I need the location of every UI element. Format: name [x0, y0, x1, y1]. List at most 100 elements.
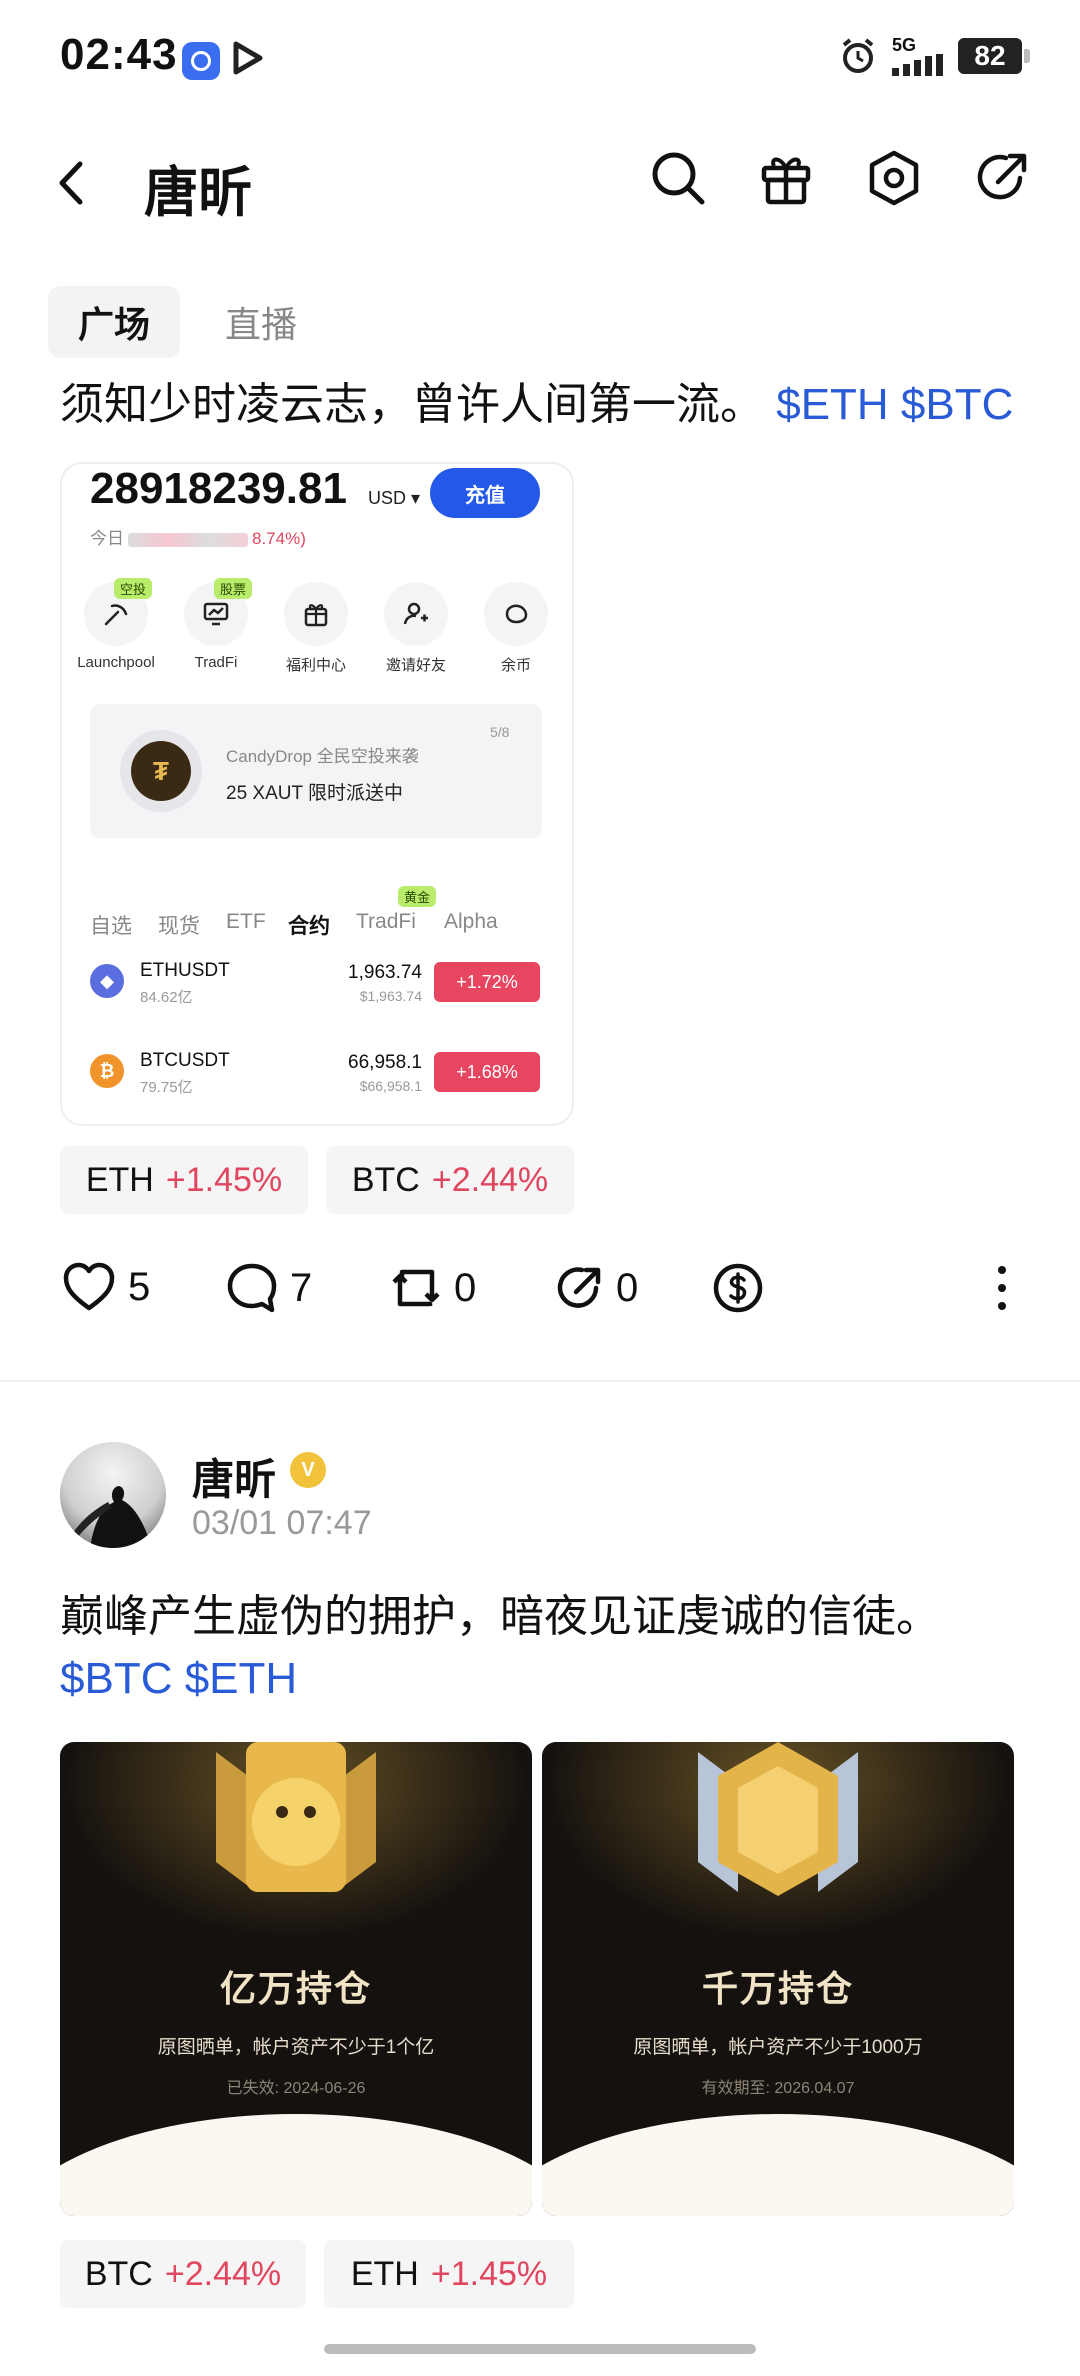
- post-time: 03/01 07:47: [192, 1504, 372, 1542]
- gold-hexagon-badge-icon: [698, 1742, 858, 1896]
- play-notification-icon: [230, 40, 266, 81]
- image-subtitle: 原图晒单，帐户资产不少于1个亿: [157, 2037, 435, 2058]
- status-time: 02:43: [60, 30, 178, 79]
- row-change: +1.68%: [434, 1052, 540, 1092]
- row-change: +1.72%: [434, 962, 540, 1002]
- row-price-usd: $1,963.74: [359, 988, 422, 1004]
- heart-icon: [63, 1262, 115, 1311]
- comment-button[interactable]: 7: [226, 1262, 312, 1314]
- author-name[interactable]: 唐昕: [192, 1446, 276, 1507]
- post-image[interactable]: 千万持仓 原图晒单，帐户资产不少于1000万 有效期至: 2026.04.07: [542, 1742, 1014, 2216]
- embedded-screenshot[interactable]: 28918239.81 USD ▾ 充值 今日 8.74%) 空投 Launchp…: [60, 462, 574, 1126]
- promo-title: 25 XAUT 限时派送中: [226, 783, 404, 804]
- promo-subtitle: CandyDrop 全民空投来袭: [226, 747, 419, 766]
- search-icon[interactable]: [648, 148, 708, 208]
- comment-count: 7: [290, 1265, 313, 1310]
- app-notification-icon: [182, 42, 220, 80]
- home-indicator[interactable]: [324, 2344, 756, 2354]
- gold-badge-icon: [216, 1742, 376, 1892]
- promo-page: 5/8: [490, 724, 510, 740]
- chip-pct: +1.45%: [430, 2254, 548, 2293]
- gift-icon[interactable]: [756, 148, 816, 208]
- xaut-logo: ₮: [120, 730, 202, 812]
- row-price: 1,963.74: [348, 962, 422, 983]
- chip-name: BTC: [84, 2254, 153, 2293]
- quick-label: 邀请好友: [385, 657, 446, 674]
- ticker-chip-eth[interactable]: ETH +1.45%: [60, 1146, 308, 1214]
- quick-label: TradFi: [194, 654, 238, 671]
- chip-pct: +1.45%: [165, 1160, 283, 1199]
- post-image[interactable]: 亿万持仓 原图晒单，帐户资产不少于1个亿 已失效: 2024-06-26: [60, 1742, 532, 2216]
- image-title: 亿万持仓: [219, 1968, 372, 2009]
- quick-label: 福利中心: [285, 657, 346, 674]
- tab-square[interactable]: 广场: [48, 286, 180, 358]
- verified-badge-icon: V: [290, 1452, 326, 1488]
- settings-icon[interactable]: [864, 148, 924, 208]
- page-title: 唐昕: [144, 163, 252, 223]
- quick-badge: 股票: [213, 578, 252, 599]
- market-tab: Alpha: [444, 910, 498, 933]
- market-tab: 自选: [90, 915, 132, 938]
- quick-label: Launchpool: [77, 654, 155, 671]
- tab-live[interactable]: 直播: [206, 286, 316, 358]
- chart-monitor-icon: [203, 602, 229, 626]
- repost-button[interactable]: 0: [390, 1262, 476, 1314]
- repost-count: 0: [454, 1265, 477, 1310]
- quick-welfare: 福利中心: [274, 582, 358, 675]
- chip-pct: +2.44%: [431, 1160, 549, 1199]
- tip-button[interactable]: [712, 1262, 764, 1314]
- avatar[interactable]: [60, 1442, 166, 1548]
- gift-icon: [304, 604, 328, 627]
- like-button[interactable]: 5: [62, 1262, 150, 1312]
- currency-label: USD ▾: [368, 488, 421, 508]
- comment-icon: [227, 1263, 277, 1313]
- battery-indicator: 82: [958, 38, 1030, 74]
- chip-name: ETH: [85, 1160, 154, 1199]
- today-label: 今日: [90, 529, 124, 548]
- image-subtitle: 原图晒单，帐户资产不少于1000万: [633, 2037, 923, 2058]
- post-body: 巅峰产生虚伪的拥护，暗夜见证虔诚的信徒。: [60, 1592, 940, 1641]
- share-count: 0: [616, 1265, 639, 1310]
- share-icon: [557, 1267, 601, 1308]
- quick-savings: 余币: [474, 582, 558, 675]
- row-symbol: BTCUSDT: [140, 1050, 230, 1071]
- repost-icon: [392, 1269, 440, 1307]
- image-date: 已失效: 2024-06-26: [226, 2080, 366, 2097]
- ticker-chip-btc[interactable]: BTC +2.44%: [326, 1146, 574, 1214]
- row-symbol: ETHUSDT: [140, 960, 230, 981]
- chip-name: ETH: [350, 2254, 419, 2293]
- ticker-chip-eth[interactable]: ETH +1.45%: [324, 2240, 574, 2308]
- ticker-chip-btc[interactable]: BTC +2.44%: [60, 2240, 306, 2308]
- today-pnl: 今日 8.74%): [90, 524, 306, 549]
- chip-name: BTC: [351, 1160, 420, 1199]
- currency-text: USD: [368, 488, 407, 508]
- blurred-value: [128, 532, 248, 547]
- post-body: 须知少时凌云志，曾许人间第一流。: [60, 380, 764, 429]
- pickaxe-icon: [104, 604, 128, 626]
- image-title: 千万持仓: [701, 1968, 854, 2009]
- row-volume: 79.75亿: [140, 1079, 193, 1096]
- today-pct: 8.74%): [252, 529, 306, 548]
- share-icon[interactable]: [972, 148, 1032, 208]
- quick-invite: 邀请好友: [374, 582, 458, 675]
- row-price: 66,958.1: [348, 1052, 422, 1073]
- post-text: 巅峰产生虚伪的拥护，暗夜见证虔诚的信徒。 $BTC $ETH: [60, 1586, 1020, 1710]
- quick-badge: 空投: [113, 578, 152, 599]
- market-tab: TradFi: [356, 910, 416, 933]
- deposit-button: 充值: [430, 468, 540, 518]
- post-tags[interactable]: $ETH $BTC: [776, 380, 1013, 429]
- quick-label: 余币: [500, 657, 531, 674]
- share-post-button[interactable]: 0: [552, 1262, 638, 1314]
- market-tab: 合约: [288, 915, 330, 938]
- image-date: 有效期至: 2026.04.07: [701, 2080, 855, 2097]
- status-right: 5G 82: [838, 35, 1030, 76]
- dollar-coin-icon: [713, 1263, 763, 1313]
- post-tags[interactable]: $BTC $ETH: [60, 1648, 1020, 1710]
- invite-user-icon: [403, 602, 428, 625]
- quick-launchpool: 空投 Launchpool: [74, 578, 158, 671]
- more-options-icon[interactable]: [996, 1262, 1008, 1314]
- back-button[interactable]: [52, 158, 92, 208]
- network-label: 5G: [892, 35, 917, 55]
- row-volume: 84.62亿: [140, 989, 193, 1006]
- row-price-usd: $66,958.1: [359, 1078, 422, 1094]
